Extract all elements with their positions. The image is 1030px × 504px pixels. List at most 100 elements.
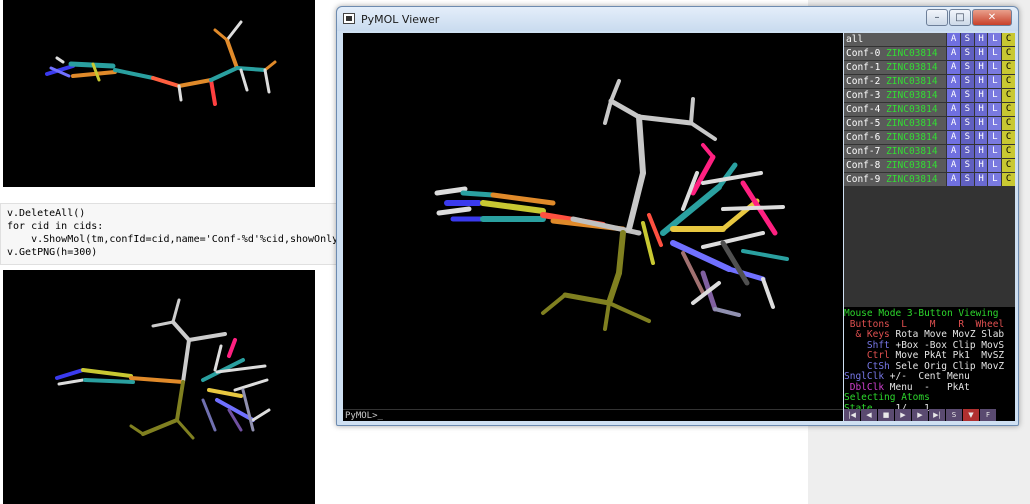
color-button[interactable]: C xyxy=(1002,145,1015,158)
object-name[interactable]: Conf-0 ZINC03814 xyxy=(844,47,947,60)
object-name[interactable]: Conf-1 ZINC03814 xyxy=(844,61,947,74)
object-name[interactable]: Conf-3 ZINC03814 xyxy=(844,89,947,102)
label-button[interactable]: L xyxy=(988,33,1002,46)
color-button[interactable]: C xyxy=(1002,89,1015,102)
action-button[interactable]: A xyxy=(947,47,960,60)
object-molecule-tag: ZINC03814 xyxy=(886,76,938,87)
label-button[interactable]: L xyxy=(988,89,1002,102)
show-button[interactable]: S xyxy=(960,61,974,74)
color-button[interactable]: C xyxy=(1002,131,1015,144)
hide-button[interactable]: H xyxy=(974,131,988,144)
selecting-mode[interactable]: Selecting Atoms xyxy=(844,392,930,403)
show-button[interactable]: S xyxy=(960,117,974,130)
action-button[interactable]: A xyxy=(947,117,960,130)
action-button[interactable]: A xyxy=(947,159,960,172)
action-button[interactable]: A xyxy=(947,89,960,102)
label-button[interactable]: L xyxy=(988,131,1002,144)
object-list: all A S H L C Conf-0 ZINC03814 A S H L C Conf-… xyxy=(844,33,1015,307)
color-button[interactable]: C xyxy=(1002,75,1015,88)
hide-button[interactable]: H xyxy=(974,145,988,158)
step-forward-button[interactable]: ▶ xyxy=(912,409,928,421)
rewind-button[interactable]: |◀ xyxy=(844,409,860,421)
color-button[interactable]: C xyxy=(1002,103,1015,116)
fullscreen-button[interactable]: F xyxy=(980,409,996,421)
label-button[interactable]: L xyxy=(988,103,1002,116)
label-button[interactable]: L xyxy=(988,117,1002,130)
hide-button[interactable]: H xyxy=(974,89,988,102)
window-titlebar[interactable]: PyMOL Viewer – □ ✕ xyxy=(337,7,1018,31)
object-name[interactable]: Conf-7 ZINC03814 xyxy=(844,145,947,158)
show-button[interactable]: S xyxy=(960,89,974,102)
step-back-button[interactable]: ◀ xyxy=(861,409,877,421)
fast-forward-button[interactable]: ▶| xyxy=(929,409,945,421)
show-button[interactable]: S xyxy=(960,47,974,60)
object-row[interactable]: Conf-5 ZINC03814 A S H L C xyxy=(844,117,1015,130)
action-button[interactable]: A xyxy=(947,173,960,186)
hide-button[interactable]: H xyxy=(974,159,988,172)
object-row[interactable]: Conf-4 ZINC03814 A S H L C xyxy=(844,103,1015,116)
color-button[interactable]: C xyxy=(1002,117,1015,130)
object-name[interactable]: Conf-8 ZINC03814 xyxy=(844,159,947,172)
show-button[interactable]: S xyxy=(960,159,974,172)
stop-button[interactable]: ■ xyxy=(878,409,894,421)
object-row[interactable]: Conf-1 ZINC03814 A S H L C xyxy=(844,61,1015,74)
object-row[interactable]: Conf-0 ZINC03814 A S H L C xyxy=(844,47,1015,60)
label-button[interactable]: L xyxy=(988,159,1002,172)
action-button[interactable]: A xyxy=(947,145,960,158)
color-button[interactable]: C xyxy=(1002,33,1015,46)
show-button[interactable]: S xyxy=(960,33,974,46)
play-button[interactable]: ▶ xyxy=(895,409,911,421)
molecule-render-1 xyxy=(45,20,277,106)
object-row[interactable]: Conf-3 ZINC03814 A S H L C xyxy=(844,89,1015,102)
label-button[interactable]: L xyxy=(988,47,1002,60)
color-button[interactable]: C xyxy=(1002,47,1015,60)
object-name[interactable]: all xyxy=(844,33,947,46)
label-button[interactable]: L xyxy=(988,61,1002,74)
action-button[interactable]: A xyxy=(947,75,960,88)
show-button[interactable]: S xyxy=(960,131,974,144)
label-button[interactable]: L xyxy=(988,173,1002,186)
action-button[interactable]: A xyxy=(947,131,960,144)
action-button[interactable]: A xyxy=(947,103,960,116)
object-name[interactable]: Conf-5 ZINC03814 xyxy=(844,117,947,130)
object-row[interactable]: Conf-2 ZINC03814 A S H L C xyxy=(844,75,1015,88)
hide-button[interactable]: H xyxy=(974,61,988,74)
molecule-viewport[interactable] xyxy=(343,33,843,409)
pymol-window[interactable]: PyMOL Viewer – □ ✕ PyMOL>_ all A S H L C… xyxy=(336,6,1019,426)
maximize-icon[interactable]: □ xyxy=(949,9,971,26)
hide-button[interactable]: H xyxy=(974,117,988,130)
hide-button[interactable]: H xyxy=(974,47,988,60)
hide-button[interactable]: H xyxy=(974,103,988,116)
minimize-icon[interactable]: – xyxy=(926,9,948,26)
hide-button[interactable]: H xyxy=(974,173,988,186)
show-button[interactable]: S xyxy=(960,173,974,186)
show-button[interactable]: S xyxy=(960,75,974,88)
color-button[interactable]: C xyxy=(1002,61,1015,74)
object-conf-name: Conf-6 xyxy=(846,132,881,143)
show-button[interactable]: S xyxy=(960,145,974,158)
hide-button[interactable]: H xyxy=(974,33,988,46)
object-row[interactable]: Conf-6 ZINC03814 A S H L C xyxy=(844,131,1015,144)
object-row[interactable]: Conf-7 ZINC03814 A S H L C xyxy=(844,145,1015,158)
object-name[interactable]: Conf-2 ZINC03814 xyxy=(844,75,947,88)
action-button[interactable]: A xyxy=(947,61,960,74)
show-button[interactable]: S xyxy=(960,103,974,116)
color-button[interactable]: C xyxy=(1002,159,1015,172)
object-name[interactable]: Conf-9 ZINC03814 xyxy=(844,173,947,186)
hide-button[interactable]: H xyxy=(974,75,988,88)
label-button[interactable]: L xyxy=(988,145,1002,158)
color-button[interactable]: C xyxy=(1002,173,1015,186)
object-name[interactable]: Conf-6 ZINC03814 xyxy=(844,131,947,144)
close-icon[interactable]: ✕ xyxy=(972,9,1012,26)
object-row-all[interactable]: all A S H L C xyxy=(844,33,1015,46)
label-button[interactable]: L xyxy=(988,75,1002,88)
sequence-button[interactable]: S xyxy=(946,409,962,421)
rock-button[interactable]: ▼ xyxy=(963,409,979,421)
object-name[interactable]: Conf-4 ZINC03814 xyxy=(844,103,947,116)
code-cell[interactable]: v.DeleteAll() for cid in cids: v.ShowMol… xyxy=(0,203,345,265)
object-row[interactable]: Conf-9 ZINC03814 A S H L C xyxy=(844,173,1015,186)
object-row[interactable]: Conf-8 ZINC03814 A S H L C xyxy=(844,159,1015,172)
command-line-input[interactable]: PyMOL>_ xyxy=(343,409,843,421)
action-button[interactable]: A xyxy=(947,33,960,46)
object-molecule-tag: ZINC03814 xyxy=(886,146,938,157)
